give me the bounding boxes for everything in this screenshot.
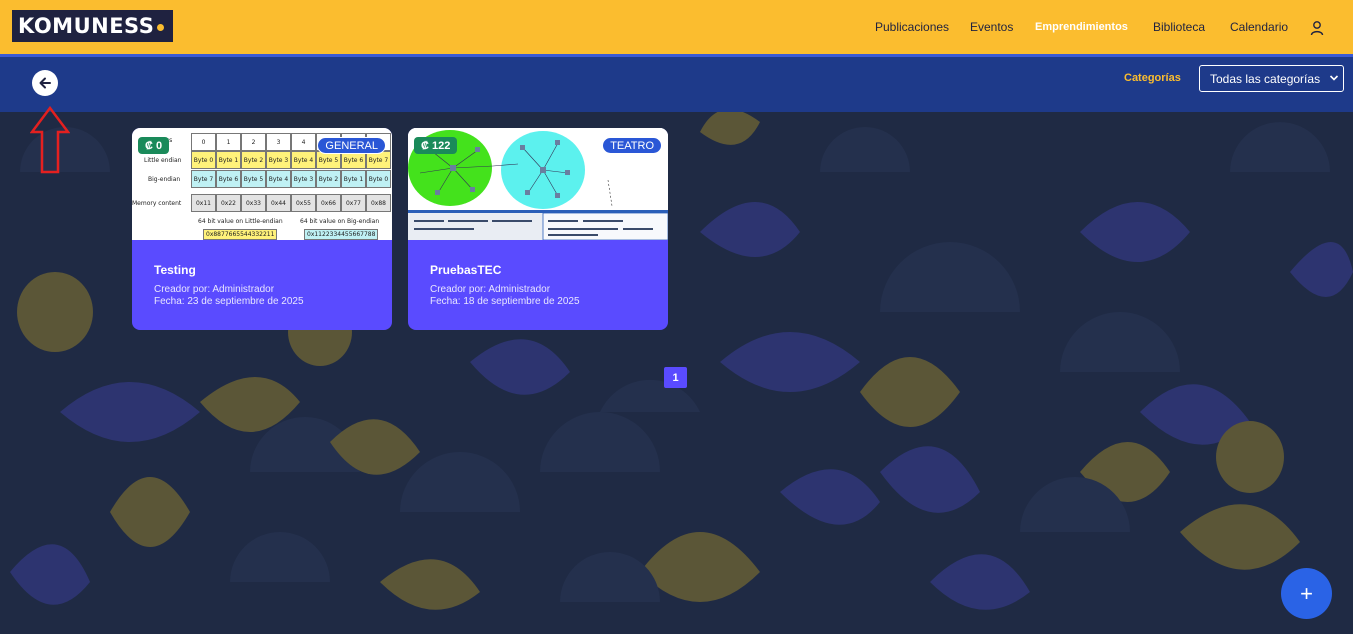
categories-label: Categorías [1124, 72, 1181, 84]
thumb-cell: 0x22 [216, 194, 241, 212]
points-value: 0 [155, 139, 163, 152]
category-badge: TEATRO [602, 137, 662, 154]
thumb-cell: 0x44 [266, 194, 291, 212]
logo-dot [157, 23, 165, 31]
card-creator: Creador por: Administrador [154, 284, 275, 295]
thumb-cell: Byte 0 [191, 151, 216, 169]
thumb-cell: 0 [191, 133, 216, 151]
nav-biblioteca[interactable]: Biblioteca [1153, 20, 1205, 34]
thumb-cell: 0x55 [291, 194, 316, 212]
thumb-cell: Byte 3 [291, 170, 316, 188]
thumb-cell: Byte 2 [241, 151, 266, 169]
category-badge: GENERAL [317, 137, 386, 154]
chevron-down-icon [1329, 75, 1339, 81]
thumb-cell: Byte 3 [266, 151, 291, 169]
project-card[interactable]: ress 0 1 2 3 4 5 6 7 Little endian Byte … [132, 128, 392, 330]
thumb-cell: Byte 4 [266, 170, 291, 188]
add-project-button[interactable]: + [1281, 568, 1332, 619]
thumb-caption: 64 bit value on Little-endian [198, 218, 283, 225]
back-button[interactable] [32, 70, 58, 96]
thumb-cell: Byte 1 [216, 151, 241, 169]
thumb-cell: Byte 0 [366, 170, 391, 188]
thumb-cell: Byte 6 [216, 170, 241, 188]
card-thumbnail: ress 0 1 2 3 4 5 6 7 Little endian Byte … [132, 128, 392, 240]
thumb-cell: Byte 5 [241, 170, 266, 188]
komuness-logo[interactable]: KOMUNESS [12, 10, 173, 42]
card-date: Fecha: 23 de septiembre de 2025 [154, 296, 304, 307]
thumb-value: 0x1122334455667788 [304, 229, 379, 240]
project-card[interactable]: ₡ 122 TEATRO PruebasTEC Creador por: Adm… [408, 128, 668, 330]
category-select-value: Todas las categorías [1210, 72, 1321, 86]
card-date: Fecha: 18 de septiembre de 2025 [430, 296, 580, 307]
card-title: Testing [154, 263, 196, 277]
thumb-cell: Byte 2 [316, 170, 341, 188]
thumb-cell: 4 [291, 133, 316, 151]
user-icon[interactable] [1309, 20, 1325, 36]
thumb-row-label: Big-endian [148, 176, 181, 183]
card-creator: Creador por: Administrador [430, 284, 551, 295]
nav-calendario[interactable]: Calendario [1230, 20, 1288, 34]
annotation-up-arrow-icon [30, 106, 70, 174]
thumb-cell: 0x11 [191, 194, 216, 212]
logo-text: KOMUNESS [18, 14, 155, 38]
thumb-cell: 0x33 [241, 194, 266, 212]
nav-emprendimientos[interactable]: Emprendimientos [1035, 21, 1128, 33]
thumb-cell: 1 [216, 133, 241, 151]
thumb-cell: Byte 1 [341, 170, 366, 188]
top-navbar: KOMUNESS Publicaciones Eventos Emprendim… [0, 0, 1353, 54]
coin-icon: ₡ [421, 139, 429, 152]
thumb-cell: 0x88 [366, 194, 391, 212]
card-thumbnail: ₡ 122 TEATRO [408, 128, 668, 240]
thumb-row-label: Memory content [132, 200, 182, 207]
thumb-cell: 0x77 [341, 194, 366, 212]
points-value: 122 [431, 139, 451, 152]
thumb-cell: Byte 4 [291, 151, 316, 169]
thumb-caption: 64 bit value on Big-endian [300, 218, 380, 225]
thumb-row-label: Little endian [144, 157, 182, 164]
points-badge: ₡ 0 [138, 137, 170, 154]
pagination-page-1[interactable]: 1 [664, 367, 687, 388]
nav-eventos[interactable]: Eventos [970, 20, 1013, 34]
category-select[interactable]: Todas las categorías [1199, 65, 1344, 92]
thumb-cell: 3 [266, 133, 291, 151]
thumb-cell: Byte 7 [191, 170, 216, 188]
points-badge: ₡ 122 [414, 137, 458, 154]
thumb-cell: 0x66 [316, 194, 341, 212]
thumb-cell: 2 [241, 133, 266, 151]
card-title: PruebasTEC [430, 263, 502, 277]
arrow-left-icon [39, 77, 51, 89]
nav-publicaciones[interactable]: Publicaciones [875, 20, 949, 34]
thumb-value: 0x8877665544332211 [203, 229, 278, 240]
coin-icon: ₡ [145, 139, 153, 152]
